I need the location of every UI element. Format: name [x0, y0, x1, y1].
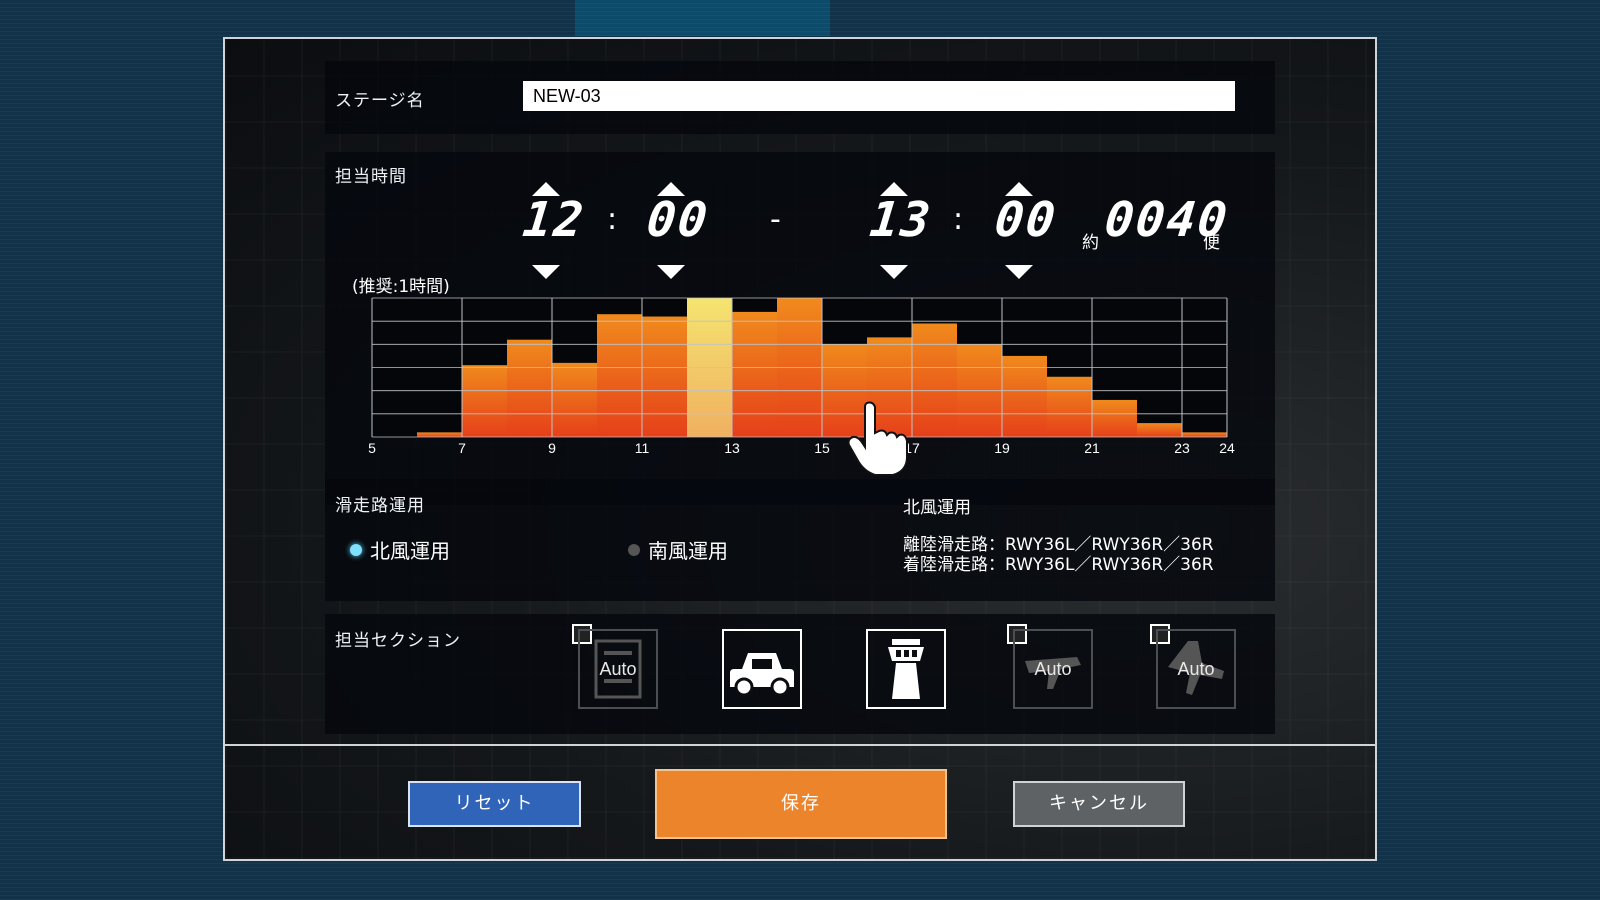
stage-name-panel: ステージ名 [325, 61, 1275, 134]
chart-bar [912, 323, 957, 437]
runway-panel: 滑走路運用 北風運用 南風運用 北風運用 離陸滑走路：RWY36L／RWY36R… [325, 479, 1275, 601]
chart-bar [462, 365, 507, 437]
stage-name-input[interactable] [523, 81, 1235, 111]
section-ground-vehicle-button[interactable] [722, 629, 802, 709]
chart-layer: 5 7 9 11 13 15 17 19 21 23 24 [368, 297, 1235, 456]
chart-bar [507, 339, 552, 437]
chart-x-tick-label: 11 [635, 440, 650, 456]
takeoff-runway: 離陸滑走路：RWY36L／RWY36R／36R [903, 535, 1214, 555]
section-tower-button[interactable] [866, 629, 946, 709]
runway-label: 滑走路運用 [335, 496, 425, 516]
chart-x-tick-label: 5 [368, 440, 376, 456]
south-wind-radio[interactable]: 南風運用 [628, 535, 728, 564]
section-document-auto: Auto [599, 659, 637, 679]
section-departure-button[interactable]: Auto [1013, 629, 1093, 709]
chart-x-tick-label: 19 [994, 440, 1010, 456]
hand-cursor-icon [847, 401, 908, 476]
radio-on-icon [350, 543, 362, 556]
reset-button[interactable]: リセット [408, 781, 581, 827]
radio-off-icon [628, 543, 640, 556]
chart-bar [552, 362, 597, 437]
chart-x-tick-label: 23 [1174, 440, 1190, 456]
chart-bar [1137, 423, 1182, 437]
chart-x-tick-label: 24 [1219, 440, 1235, 456]
runway-info-title: 北風運用 [903, 498, 971, 518]
chart-x-tick-label: 9 [548, 440, 556, 456]
chart-x-tick-label: 7 [458, 440, 466, 456]
chart-bar [732, 311, 777, 437]
chart-bar [1047, 376, 1092, 437]
chart-bar [642, 316, 687, 437]
section-arrival-auto: Auto [1177, 659, 1215, 679]
section-departure-auto: Auto [1034, 659, 1072, 679]
traffic-chart[interactable]: 5 7 9 11 13 15 17 19 21 23 24 [325, 152, 1275, 505]
chart-bar [1182, 432, 1227, 437]
stage-name-label: ステージ名 [335, 91, 425, 111]
section-arrival-button[interactable]: Auto [1156, 629, 1236, 709]
chart-bar [1002, 355, 1047, 437]
chart-x-tick-label: 13 [724, 440, 740, 456]
chart-bar [597, 314, 642, 437]
north-wind-label: 北風運用 [370, 539, 450, 563]
footer-divider [225, 744, 1375, 746]
chart-bar [417, 432, 462, 437]
cancel-button[interactable]: キャンセル [1013, 781, 1185, 827]
south-wind-label: 南風運用 [648, 539, 728, 563]
control-tower-icon [888, 639, 924, 699]
car-icon [730, 653, 794, 697]
chart-bar [1092, 399, 1137, 437]
chart-x-tick-label: 15 [814, 440, 830, 456]
section-panel: 担当セクション Auto Auto Auto [325, 614, 1275, 734]
top-glow [575, 0, 830, 36]
time-panel: 担当時間 12 : 00 - 13 : 00 約 0040 便 (推奨:1時間)… [325, 152, 1275, 505]
section-document-button[interactable]: Auto [578, 629, 658, 709]
save-button[interactable]: 保存 [655, 769, 947, 839]
landing-runway: 着陸滑走路：RWY36L／RWY36R／36R [903, 555, 1214, 575]
chart-x-tick-label: 21 [1084, 440, 1100, 456]
stage-settings-dialog: ステージ名 担当時間 12 : 00 - 13 : 00 約 0040 便 (推… [223, 37, 1377, 861]
north-wind-radio[interactable]: 北風運用 [350, 535, 450, 564]
section-label: 担当セクション [335, 631, 461, 651]
